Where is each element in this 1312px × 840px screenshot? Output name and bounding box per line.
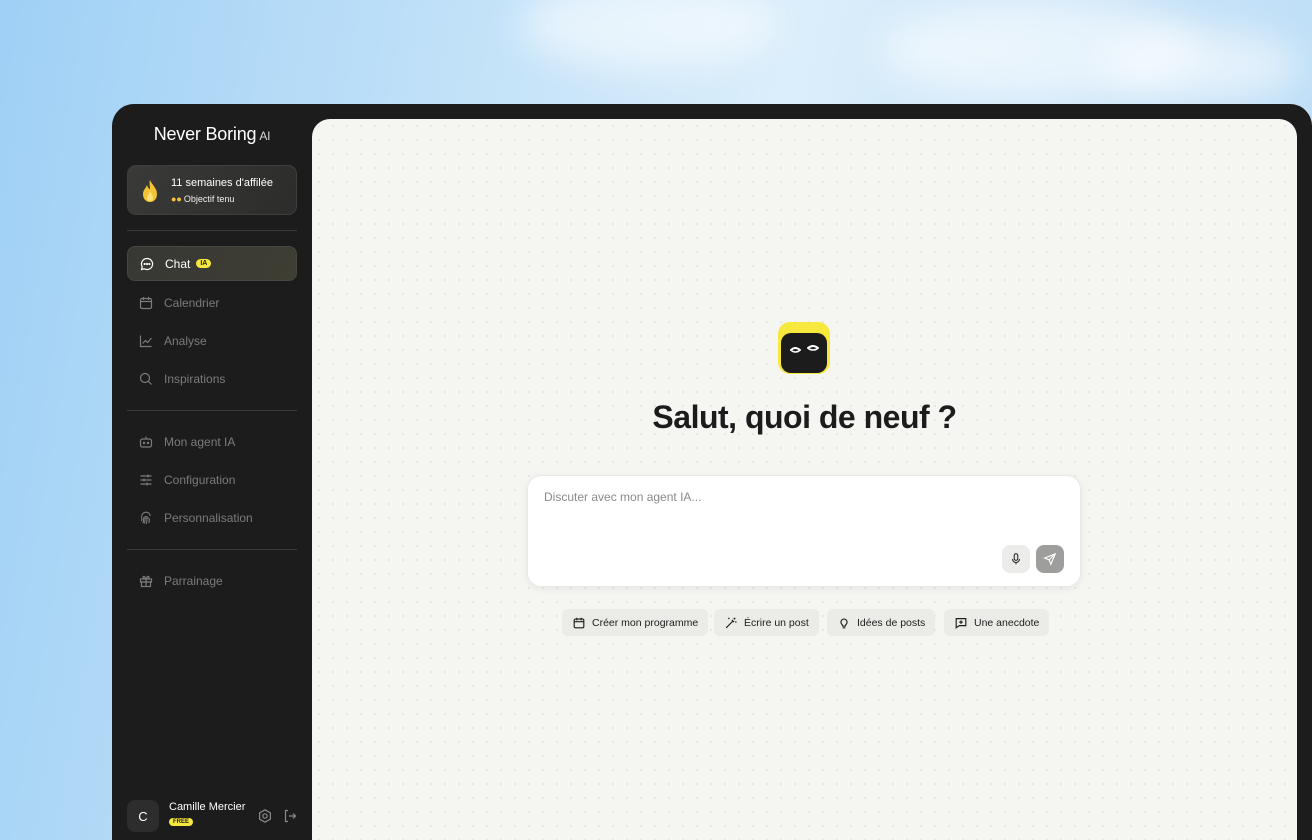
chip-label: Idées de posts bbox=[857, 616, 926, 629]
sidebar-item-label: Chat bbox=[165, 256, 191, 271]
calendar-icon bbox=[138, 295, 154, 311]
sidebar-item-label: Parrainage bbox=[164, 573, 223, 588]
calendar-icon bbox=[572, 616, 586, 630]
chip-post-ideas[interactable]: Idées de posts bbox=[827, 609, 936, 636]
fingerprint-icon bbox=[138, 510, 154, 526]
mascot-face bbox=[781, 333, 827, 373]
streak-card[interactable]: 11 semaines d'affilée ●● Objectif tenu bbox=[127, 165, 297, 215]
streak-subtitle-row: ●● Objectif tenu bbox=[171, 194, 234, 204]
sidebar-item-analyse[interactable]: Analyse bbox=[127, 323, 297, 358]
logout-icon bbox=[284, 809, 297, 823]
search-icon bbox=[138, 371, 154, 387]
microphone-icon bbox=[1011, 553, 1021, 565]
chip-create-program[interactable]: Créer mon programme bbox=[562, 609, 709, 636]
logout-button[interactable] bbox=[282, 808, 298, 824]
mascot-avatar bbox=[778, 322, 830, 374]
user-profile: C Camille Mercier FREE bbox=[127, 800, 312, 834]
magic-wand-icon bbox=[724, 616, 738, 630]
divider bbox=[127, 549, 297, 550]
chip-write-post[interactable]: Écrire un post bbox=[714, 609, 819, 636]
sidebar-item-configuration[interactable]: Configuration bbox=[127, 462, 297, 497]
send-button[interactable] bbox=[1036, 545, 1064, 573]
gear-icon bbox=[259, 809, 271, 823]
gift-icon bbox=[138, 573, 154, 589]
sidebar-item-agent[interactable]: Mon agent IA bbox=[127, 424, 297, 459]
chip-label: Créer mon programme bbox=[592, 616, 699, 629]
flame-icon: ●● bbox=[171, 194, 182, 204]
brand-suffix: AI bbox=[259, 129, 271, 143]
chat-composer bbox=[527, 475, 1081, 587]
flame-icon bbox=[143, 180, 157, 202]
message-plus-icon bbox=[954, 616, 968, 630]
brand-logo: Never Boring AI bbox=[112, 124, 312, 145]
sidebar-item-label: Calendrier bbox=[164, 295, 220, 310]
app-window: Never Boring AI 11 semaines d'affilée ●● O… bbox=[112, 104, 1312, 840]
chat-bubble-icon bbox=[139, 256, 155, 272]
sidebar-item-parrainage[interactable]: Parrainage bbox=[127, 563, 297, 598]
cloud-decoration bbox=[520, 0, 780, 70]
ia-badge: IA bbox=[196, 259, 212, 268]
sidebar-item-label: Configuration bbox=[164, 472, 236, 487]
brand-name: Never Boring bbox=[153, 124, 257, 144]
avatar[interactable]: C bbox=[127, 800, 159, 832]
plan-badge: FREE bbox=[169, 818, 194, 826]
sliders-icon bbox=[138, 472, 154, 488]
user-name: Camille Mercier bbox=[169, 801, 246, 813]
lightbulb-icon bbox=[837, 616, 851, 630]
divider bbox=[127, 230, 297, 231]
mascot-eyes-icon bbox=[790, 345, 819, 353]
line-chart-icon bbox=[138, 333, 154, 349]
sidebar-item-label: Analyse bbox=[164, 333, 207, 348]
sidebar-item-label: Inspirations bbox=[164, 371, 226, 386]
sidebar: Never Boring AI 11 semaines d'affilée ●● O… bbox=[112, 104, 312, 840]
streak-subtitle: Objectif tenu bbox=[183, 194, 235, 204]
greeting-title: Salut, quoi de neuf ? bbox=[652, 399, 957, 435]
sidebar-item-inspirations[interactable]: Inspirations bbox=[127, 361, 297, 396]
robot-icon bbox=[138, 434, 154, 450]
send-icon bbox=[1043, 552, 1057, 566]
microphone-button[interactable] bbox=[1002, 545, 1030, 573]
sidebar-item-chat[interactable]: Chat IA bbox=[127, 246, 297, 281]
chip-label: Une anecdote bbox=[974, 616, 1040, 629]
cloud-decoration bbox=[1100, 30, 1300, 100]
sidebar-item-label: Personnalisation bbox=[164, 510, 253, 525]
chip-label: Écrire un post bbox=[744, 616, 809, 629]
sidebar-item-personnalisation[interactable]: Personnalisation bbox=[127, 500, 297, 535]
main-panel: Salut, quoi de neuf ? Créer mon programm… bbox=[312, 119, 1297, 840]
streak-title: 11 semaines d'affilée bbox=[171, 177, 273, 189]
settings-button[interactable] bbox=[257, 808, 273, 824]
sidebar-item-label: Mon agent IA bbox=[164, 434, 236, 449]
chip-anecdote[interactable]: Une anecdote bbox=[944, 609, 1050, 636]
divider bbox=[127, 410, 297, 411]
sidebar-item-calendar[interactable]: Calendrier bbox=[127, 285, 297, 320]
chat-input[interactable] bbox=[544, 490, 1064, 540]
